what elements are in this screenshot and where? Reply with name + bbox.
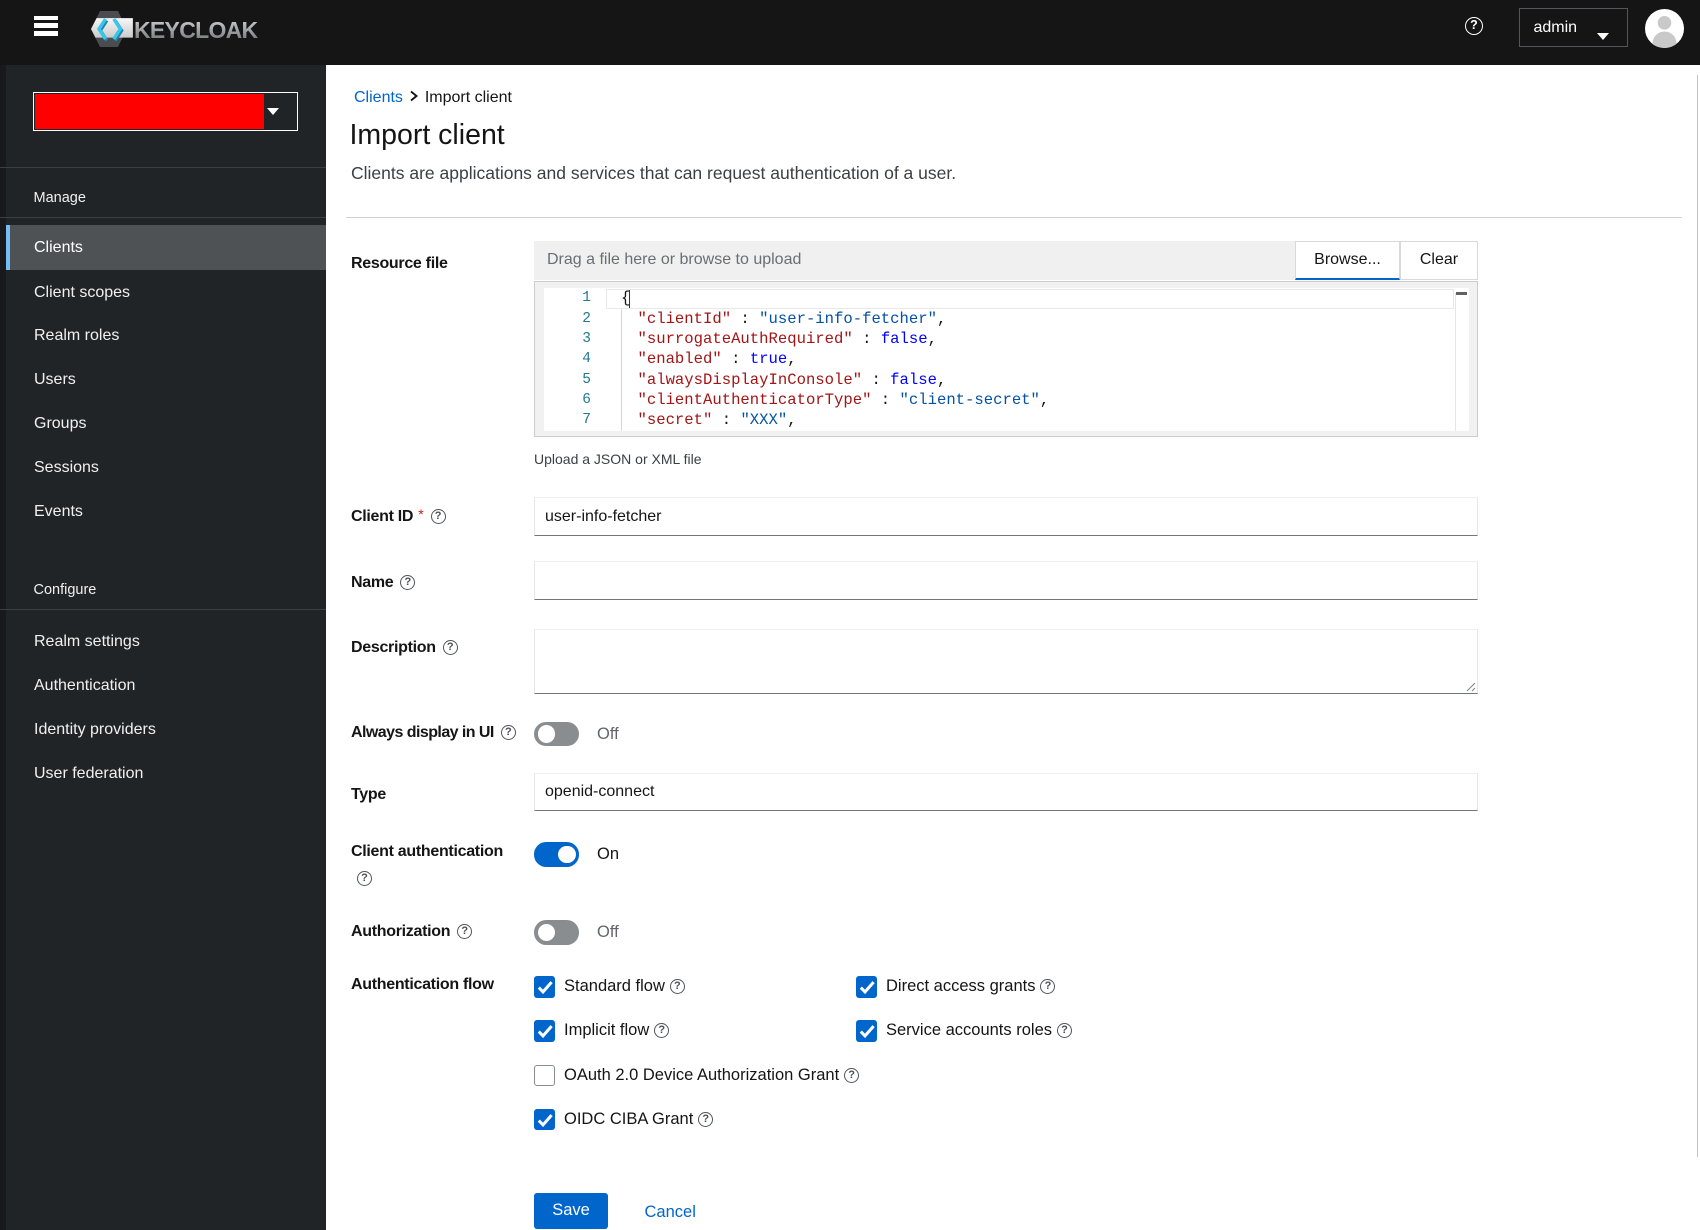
svg-text:KEYCLOAK: KEYCLOAK bbox=[134, 17, 259, 43]
